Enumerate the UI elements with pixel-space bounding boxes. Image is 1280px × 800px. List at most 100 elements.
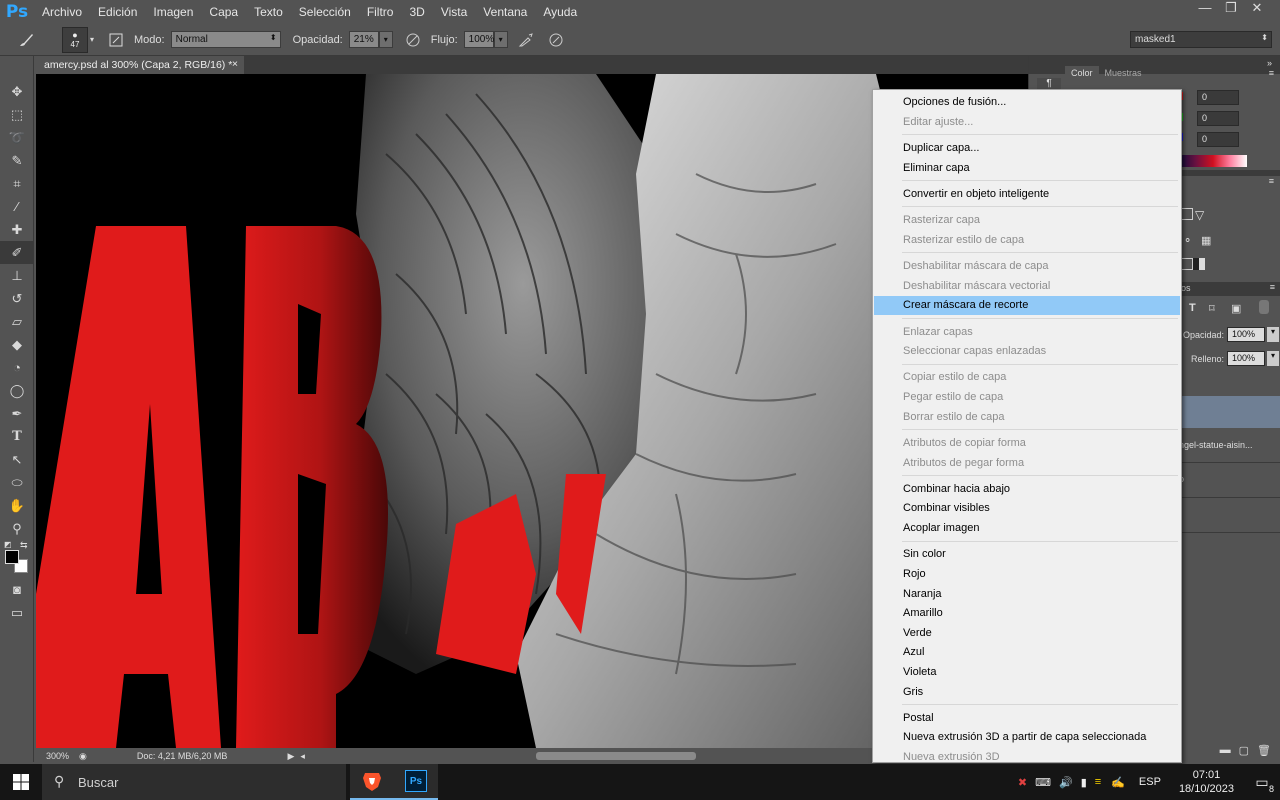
context-menu-item[interactable]: Violeta <box>874 663 1180 682</box>
pen-tool-icon[interactable]: ✒ <box>0 402 34 425</box>
menu-edicion[interactable]: Edición <box>90 0 145 24</box>
airbrush-icon[interactable] <box>514 28 538 52</box>
menu-archivo[interactable]: Archivo <box>34 0 90 24</box>
panel-collapse-icon[interactable]: ≡ <box>1269 176 1274 186</box>
gradient-map-icon[interactable]: ▽ <box>1195 208 1204 222</box>
new-group-icon[interactable]: ▬ <box>1220 744 1231 762</box>
collapse-arrows-icon[interactable]: » <box>1267 58 1272 68</box>
context-menu-item[interactable]: Acoplar imagen <box>874 519 1180 538</box>
history-brush-tool-icon[interactable]: ↺ <box>0 287 34 310</box>
default-colors-icon[interactable]: ◩ <box>4 540 12 549</box>
volume-icon[interactable]: 🔊 <box>1059 776 1073 789</box>
menu-vista[interactable]: Vista <box>433 0 475 24</box>
red-value[interactable]: 0 <box>1197 90 1239 105</box>
panel-menu-icon[interactable]: ≡ <box>1270 282 1275 292</box>
network-icon[interactable]: ⌨ <box>1035 776 1051 789</box>
color-spectrum[interactable] <box>1179 155 1247 167</box>
flow-input[interactable]: 100% <box>463 31 494 48</box>
minimize-button[interactable]: — <box>1192 0 1218 18</box>
notifications-button[interactable]: ▭ 8 <box>1244 764 1280 800</box>
menu-capa[interactable]: Capa <box>201 0 246 24</box>
marquee-tool-icon[interactable]: ⬚ <box>0 103 34 126</box>
paragraph-icon[interactable]: ¶ <box>1037 78 1061 89</box>
channel-mixer-icon[interactable]: ⚬ <box>1183 234 1192 247</box>
green-value[interactable]: 0 <box>1197 111 1239 126</box>
chevron-down-icon[interactable]: ▾ <box>90 35 94 44</box>
path-selection-tool-icon[interactable]: ↖ <box>0 448 34 471</box>
tab-swatches[interactable]: Muestras <box>1099 66 1148 83</box>
menu-filtro[interactable]: Filtro <box>359 0 402 24</box>
context-menu-item[interactable]: Crear máscara de recorte <box>874 296 1180 316</box>
opacity-dropdown[interactable]: ▾ <box>378 31 393 48</box>
mode-select[interactable]: Normal ⬍ <box>170 31 281 48</box>
healing-brush-tool-icon[interactable]: ✚ <box>0 218 34 241</box>
shape-filter-icon[interactable]: ⌑ <box>1209 302 1215 315</box>
document-tab[interactable]: amercy.psd al 300% (Capa 2, RGB/16) * × <box>36 56 244 74</box>
brush-preset-picker[interactable]: ● 47 <box>62 26 88 53</box>
clock[interactable]: 07:01 18/10/2023 <box>1179 768 1234 796</box>
context-menu-item[interactable]: Naranja <box>874 585 1180 604</box>
ellipse-tool-icon[interactable]: ⬭ <box>0 471 34 494</box>
panel-menu-icon[interactable]: ≡ <box>1269 68 1274 78</box>
dodge-tool-icon[interactable]: ◯ <box>0 379 34 402</box>
opacity-dropdown[interactable]: ▾ <box>1267 327 1279 342</box>
flow-dropdown[interactable]: ▾ <box>493 31 508 48</box>
taskbar-search[interactable]: ⚲ Buscar <box>42 764 346 800</box>
eyedropper-tool-icon[interactable]: ⁄ <box>0 195 34 218</box>
context-menu-item[interactable]: Combinar visibles <box>874 499 1180 518</box>
quick-mask-icon[interactable]: ◙ <box>0 578 34 601</box>
status-menu-arrow-icon[interactable]: ▶ <box>287 751 294 762</box>
blur-tool-icon[interactable]: ◔ <box>0 356 34 379</box>
context-menu-item[interactable]: Azul <box>874 643 1180 662</box>
crop-tool-icon[interactable]: ⌗ <box>0 172 34 195</box>
blue-value[interactable]: 0 <box>1197 132 1239 147</box>
swap-colors-icon[interactable]: ⇆ <box>20 540 28 551</box>
new-layer-icon[interactable]: ▢ <box>1239 744 1249 762</box>
levels-icon[interactable] <box>1181 208 1193 220</box>
pressure-size-icon[interactable] <box>544 28 568 52</box>
taskbar-photoshop[interactable]: Ps <box>394 764 438 800</box>
context-menu-item[interactable]: Nueva extrusión 3D a partir de capa sele… <box>874 728 1180 747</box>
context-menu-item[interactable]: Postal <box>874 709 1180 728</box>
antivirus-icon[interactable]: ✖ <box>1018 776 1027 789</box>
language-indicator[interactable]: ESP <box>1139 776 1161 788</box>
context-menu-item[interactable]: Convertir en objeto inteligente <box>874 185 1180 204</box>
tab-color[interactable]: Color <box>1065 66 1099 83</box>
notes-icon[interactable]: ≡ <box>1095 776 1101 788</box>
tab-layers[interactable]: os <box>1181 283 1191 293</box>
menu-3d[interactable]: 3D <box>401 0 432 24</box>
lasso-tool-icon[interactable]: ➰ <box>0 126 34 149</box>
layer-row[interactable]: ngel-statue-aisin... <box>1179 429 1280 463</box>
menu-texto[interactable]: Texto <box>246 0 291 24</box>
context-menu-item[interactable]: Eliminar capa <box>874 159 1180 178</box>
layer-row[interactable] <box>1179 499 1280 533</box>
eraser-tool-icon[interactable]: ▱ <box>0 310 34 333</box>
menu-seleccion[interactable]: Selección <box>291 0 359 24</box>
fill-dropdown[interactable]: ▾ <box>1267 351 1279 366</box>
menu-ayuda[interactable]: Ayuda <box>535 0 585 24</box>
layer-fill-input[interactable]: 100% <box>1227 351 1265 366</box>
context-menu-item[interactable]: Duplicar capa... <box>874 139 1180 158</box>
layer-row-selected[interactable] <box>1179 396 1280 428</box>
layer-row[interactable]: o <box>1179 464 1280 498</box>
invert-icon[interactable] <box>1181 258 1193 270</box>
restore-button[interactable]: ❐ <box>1218 0 1244 18</box>
context-menu-item[interactable]: Verde <box>874 624 1180 643</box>
type-filter-icon[interactable]: T <box>1189 302 1196 314</box>
close-window-button[interactable]: ✕ <box>1244 0 1270 18</box>
context-menu-item[interactable]: Rojo <box>874 565 1180 584</box>
taskbar-brave[interactable] <box>350 764 394 800</box>
layer-opacity-input[interactable]: 100% <box>1227 327 1265 342</box>
context-menu-item[interactable]: Amarillo <box>874 604 1180 623</box>
move-tool-icon[interactable]: ✥ <box>0 80 34 103</box>
pressure-opacity-icon[interactable] <box>401 28 425 52</box>
smart-object-filter-icon[interactable]: ▣ <box>1231 302 1241 315</box>
color-lookup-icon[interactable]: ▦ <box>1201 234 1211 247</box>
close-tab-icon[interactable]: × <box>232 58 238 70</box>
hand-tool-icon[interactable]: ✋ <box>0 494 34 517</box>
zoom-tool-icon[interactable]: ⚲ <box>0 517 34 540</box>
brush-panel-icon[interactable] <box>104 28 128 52</box>
filter-toggle[interactable] <box>1259 300 1269 314</box>
battery-icon[interactable]: ▮ <box>1081 776 1087 789</box>
type-tool-icon[interactable]: T <box>0 425 34 448</box>
